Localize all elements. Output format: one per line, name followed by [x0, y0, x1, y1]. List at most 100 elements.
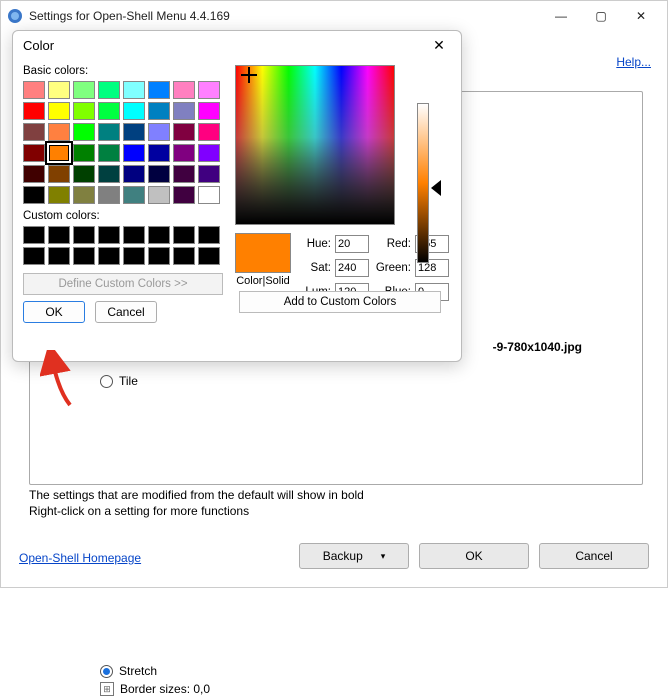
custom-color-swatch[interactable] — [148, 226, 170, 244]
basic-color-swatch[interactable] — [48, 102, 70, 120]
basic-color-swatch[interactable] — [23, 165, 45, 183]
maximize-button[interactable]: ▢ — [581, 2, 621, 30]
basic-color-swatch[interactable] — [173, 81, 195, 99]
basic-color-swatch[interactable] — [198, 144, 220, 162]
basic-color-swatch[interactable] — [23, 123, 45, 141]
custom-color-swatch[interactable] — [123, 247, 145, 265]
basic-color-swatch[interactable] — [173, 144, 195, 162]
radio-tile[interactable] — [100, 375, 113, 388]
basic-color-swatch[interactable] — [123, 186, 145, 204]
backup-button[interactable]: Backup — [299, 543, 409, 569]
radio-stretch[interactable] — [100, 665, 113, 678]
custom-color-swatch[interactable] — [123, 226, 145, 244]
basic-color-swatch[interactable] — [148, 81, 170, 99]
basic-color-swatch[interactable] — [98, 123, 120, 141]
custom-color-swatch[interactable] — [98, 226, 120, 244]
radio-tile-row[interactable]: Tile — [40, 372, 632, 390]
basic-color-swatch[interactable] — [98, 102, 120, 120]
close-button[interactable]: ✕ — [621, 2, 661, 30]
basic-color-swatch[interactable] — [173, 165, 195, 183]
basic-color-swatch[interactable] — [198, 123, 220, 141]
add-custom-button[interactable]: Add to Custom Colors — [239, 291, 441, 313]
background-filename: -9-780x1040.jpg — [493, 340, 582, 354]
basic-color-swatch[interactable] — [198, 165, 220, 183]
luminance-bar[interactable] — [417, 103, 429, 263]
basic-color-swatch[interactable] — [48, 81, 70, 99]
basic-color-swatch[interactable] — [123, 81, 145, 99]
basic-color-swatch[interactable] — [198, 186, 220, 204]
color-ok-button[interactable]: OK — [23, 301, 85, 323]
sat-input[interactable] — [335, 259, 369, 277]
custom-color-swatch[interactable] — [98, 247, 120, 265]
custom-color-swatch[interactable] — [198, 247, 220, 265]
basic-color-swatch[interactable] — [98, 165, 120, 183]
basic-color-swatch[interactable] — [73, 144, 95, 162]
basic-color-swatch[interactable] — [23, 186, 45, 204]
basic-color-swatch[interactable] — [48, 123, 70, 141]
main-ok-button[interactable]: OK — [419, 543, 529, 569]
custom-color-swatch[interactable] — [73, 226, 95, 244]
color-gradient[interactable] — [235, 65, 395, 225]
basic-color-swatch[interactable] — [23, 144, 45, 162]
color-cancel-button[interactable]: Cancel — [95, 301, 157, 323]
basic-color-swatch[interactable] — [123, 144, 145, 162]
main-buttons: Backup OK Cancel — [299, 543, 649, 569]
minimize-button[interactable]: ― — [541, 2, 581, 30]
basic-color-swatch[interactable] — [48, 165, 70, 183]
hue-input[interactable] — [335, 235, 369, 253]
basic-colors-label: Basic colors: — [23, 65, 227, 77]
border-icon: ⊞ — [100, 682, 114, 696]
basic-color-swatch[interactable] — [73, 165, 95, 183]
color-solid-label: Color|Solid — [235, 275, 291, 287]
radio-stretch-label: Stretch — [119, 664, 157, 678]
basic-color-swatch[interactable] — [198, 81, 220, 99]
basic-color-swatch[interactable] — [73, 81, 95, 99]
basic-color-swatch[interactable] — [173, 123, 195, 141]
basic-color-swatch[interactable] — [123, 102, 145, 120]
color-dialog: Color ✕ Basic colors: Custom colors: Def… — [12, 30, 462, 362]
border-sizes-row[interactable]: ⊞ Border sizes: 0,0 — [40, 680, 632, 698]
homepage-link[interactable]: Open-Shell Homepage — [19, 551, 141, 565]
basic-color-swatch[interactable] — [48, 186, 70, 204]
basic-color-swatch[interactable] — [123, 165, 145, 183]
basic-color-swatch[interactable] — [48, 144, 70, 162]
basic-color-swatch[interactable] — [173, 186, 195, 204]
radio-stretch-row[interactable]: Stretch — [40, 662, 632, 680]
basic-color-swatch[interactable] — [198, 102, 220, 120]
basic-color-swatch[interactable] — [98, 81, 120, 99]
green-label: Green: — [375, 262, 411, 274]
dialog-title: Color — [23, 38, 427, 53]
basic-color-swatch[interactable] — [148, 165, 170, 183]
help-link[interactable]: Help... — [616, 55, 651, 69]
define-custom-button[interactable]: Define Custom Colors >> — [23, 273, 223, 295]
basic-color-swatch[interactable] — [98, 144, 120, 162]
basic-color-swatch[interactable] — [73, 102, 95, 120]
red-label: Red: — [375, 238, 411, 250]
main-cancel-button[interactable]: Cancel — [539, 543, 649, 569]
basic-color-swatch[interactable] — [148, 144, 170, 162]
basic-color-swatch[interactable] — [23, 102, 45, 120]
basic-color-swatch[interactable] — [148, 186, 170, 204]
custom-color-swatch[interactable] — [23, 226, 45, 244]
window-title: Settings for Open-Shell Menu 4.4.169 — [29, 9, 541, 23]
custom-color-swatch[interactable] — [198, 226, 220, 244]
custom-color-swatch[interactable] — [173, 226, 195, 244]
custom-color-swatch[interactable] — [48, 226, 70, 244]
basic-color-swatch[interactable] — [98, 186, 120, 204]
footer-text: The settings that are modified from the … — [29, 487, 364, 519]
basic-color-swatch[interactable] — [23, 81, 45, 99]
basic-color-swatch[interactable] — [123, 123, 145, 141]
basic-color-swatch[interactable] — [73, 123, 95, 141]
basic-color-swatch[interactable] — [173, 102, 195, 120]
dialog-close-icon[interactable]: ✕ — [427, 33, 451, 57]
custom-color-swatch[interactable] — [23, 247, 45, 265]
border-sizes-label: Border sizes: 0,0 — [120, 682, 210, 696]
basic-color-swatch[interactable] — [73, 186, 95, 204]
custom-color-swatch[interactable] — [173, 247, 195, 265]
custom-color-swatch[interactable] — [73, 247, 95, 265]
basic-color-swatch[interactable] — [148, 123, 170, 141]
custom-color-swatch[interactable] — [48, 247, 70, 265]
basic-color-swatch[interactable] — [148, 102, 170, 120]
custom-color-swatch[interactable] — [148, 247, 170, 265]
footer-line-2: Right-click on a setting for more functi… — [29, 503, 364, 519]
